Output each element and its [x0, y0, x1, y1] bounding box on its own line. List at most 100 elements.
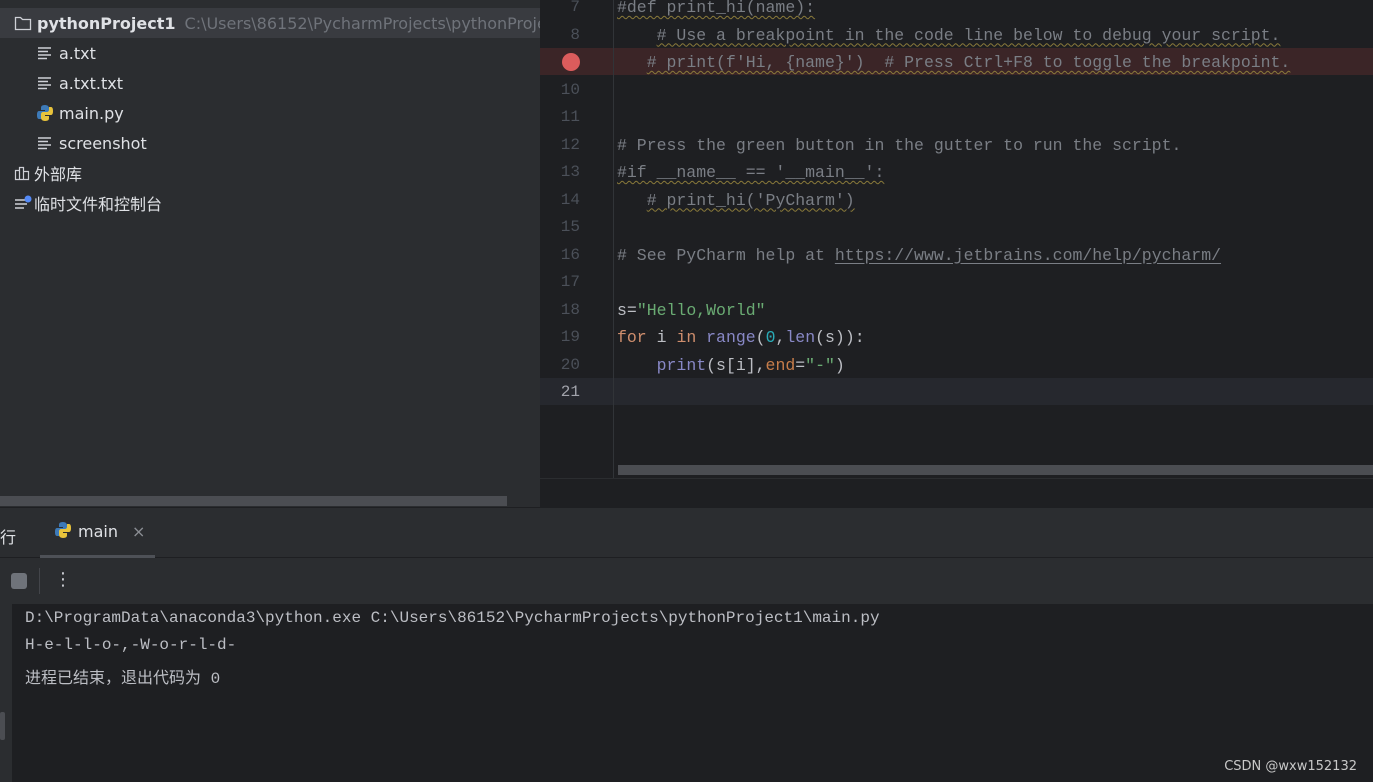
file-name: a.txt	[59, 43, 96, 63]
code-line[interactable]: s="Hello,World"	[617, 297, 766, 324]
code-editor[interactable]: 7 8 10 11 12 13 14 15 16 17 18 19 20 21 #def print_hi…	[540, 0, 1373, 478]
tab-main[interactable]: main ×	[40, 508, 155, 558]
folder-icon	[14, 14, 32, 32]
editor-horizontal-scrollbar[interactable]	[618, 465, 1373, 475]
line-number: 19	[560, 328, 580, 346]
divider	[39, 568, 40, 594]
text-file-icon	[36, 74, 54, 92]
line-number: 20	[560, 355, 580, 374]
tree-item-label: 外部库	[34, 165, 83, 184]
line-number: 10	[560, 80, 580, 99]
console-scrollbar[interactable]	[0, 712, 5, 740]
watermark: CSDN @wxw152132	[1224, 759, 1357, 774]
code-line[interactable]: # Press the green button in the gutter t…	[617, 132, 1181, 159]
run-panel-tabbar: 行 main ×	[0, 507, 1373, 558]
file-name: screenshot	[59, 133, 147, 153]
line-number: 18	[560, 300, 580, 319]
tree-item-file[interactable]: main.py	[0, 98, 540, 128]
text-file-icon	[36, 134, 54, 152]
code-token: # See PyCharm help at	[617, 245, 835, 265]
scratches-icon	[14, 194, 32, 212]
code-line[interactable]: # Use a breakpoint in the code line belo…	[617, 22, 1281, 49]
code-token: #def print_hi(name):	[617, 0, 816, 17]
run-panel-title: 行	[0, 528, 17, 547]
editor-bottom-area	[540, 478, 1373, 507]
code-line[interactable]: print(s[i],end="-")	[617, 352, 845, 379]
code-token: in	[676, 328, 697, 347]
project-panel: pythonProject1 C:\Users\86152\PycharmPro…	[0, 0, 540, 507]
tree-item-external-libraries[interactable]: 外部库	[0, 158, 540, 188]
library-icon	[14, 164, 32, 182]
code-token: )	[834, 355, 845, 375]
text-file-icon	[36, 44, 54, 62]
project-horizontal-scrollbar[interactable]	[0, 496, 507, 506]
code-token: for	[617, 328, 647, 347]
tree-item-file[interactable]: screenshot	[0, 128, 540, 158]
code-line[interactable]: #if __name__ == '__main__':	[617, 159, 884, 186]
code-token: s=	[617, 300, 637, 320]
code-token: len	[785, 328, 816, 347]
tree-item-label: 临时文件和控制台	[34, 195, 163, 214]
code-token: end	[765, 355, 796, 375]
line-number: 21	[560, 383, 580, 401]
console-line: 进程已结束，退出代码为 0	[25, 670, 221, 688]
tree-item-file[interactable]: a.txt.txt	[0, 68, 540, 98]
line-number: 8	[570, 25, 580, 44]
code-token: range	[706, 328, 756, 347]
console-line: H-e-l-l-o-,-W-o-r-l-d-	[25, 636, 237, 654]
code-token: 0	[765, 328, 776, 347]
gutter[interactable]: 7 8 10 11 12 13 14 15 16 17 18 19 20 21	[540, 0, 614, 478]
more-options-icon[interactable]: ⋮	[54, 569, 72, 590]
line-number: 7	[570, 0, 580, 16]
line-number: 13	[560, 163, 580, 181]
close-icon[interactable]: ×	[132, 522, 145, 541]
code-token: i	[646, 328, 677, 347]
stop-icon[interactable]	[11, 573, 27, 589]
file-name: a.txt.txt	[59, 73, 124, 93]
project-path: C:\Users\86152\PycharmProjects\pythonPro…	[184, 13, 540, 33]
line-number: 11	[560, 108, 580, 126]
code-token: (s)):	[815, 328, 865, 347]
file-name: main.py	[59, 103, 124, 123]
tree-item-scratches[interactable]: 临时文件和控制台	[0, 188, 540, 218]
code-token: (s[i],	[706, 355, 766, 375]
code-token: # Press the green button in the gutter t…	[617, 135, 1182, 155]
line-number: 17	[560, 273, 580, 291]
tab-label: main	[78, 522, 118, 541]
code-token: "-"	[805, 355, 835, 375]
help-link[interactable]: https://www.jetbrains.com/help/pycharm/	[835, 246, 1221, 265]
code-token: (	[755, 328, 766, 347]
console-left-strip	[0, 604, 12, 782]
console-line: D:\ProgramData\anaconda3\python.exe C:\U…	[25, 609, 880, 627]
line-number: 16	[560, 245, 580, 264]
python-file-icon	[36, 104, 54, 122]
code-token: ,	[775, 328, 786, 347]
project-name: pythonProject1	[37, 13, 176, 33]
code-token: # Use a breakpoint in the code line belo…	[656, 25, 1281, 45]
line-number: 14	[560, 190, 580, 209]
code-line[interactable]: #def print_hi(name):	[617, 0, 815, 21]
line-number: 15	[560, 218, 580, 236]
code-token: "Hello,World"	[636, 300, 766, 320]
tree-item-project-root[interactable]: pythonProject1 C:\Users\86152\PycharmPro…	[0, 8, 540, 38]
current-line-highlight	[540, 378, 1373, 405]
breakpoint-icon[interactable]	[562, 53, 580, 71]
code-token: # print(f'Hi, {name}') # Press Ctrl+F8 t…	[646, 53, 1291, 72]
code-token: #if __name__ == '__main__':	[617, 163, 885, 182]
code-line[interactable]: # print_hi('PyCharm')	[617, 187, 855, 214]
code-line[interactable]: for i in range(0,len(s)):	[617, 324, 865, 351]
line-number: 12	[560, 135, 580, 154]
run-toolbar: ⋮	[0, 558, 1373, 604]
code-token: =	[795, 355, 806, 375]
code-token: print	[656, 355, 707, 375]
tree-item-file[interactable]: a.txt	[0, 38, 540, 68]
console-output[interactable]: D:\ProgramData\anaconda3\python.exe C:\U…	[0, 604, 1373, 782]
code-token: # print_hi('PyCharm')	[646, 190, 855, 210]
code-line[interactable]: # See PyCharm help at https://www.jetbra…	[617, 242, 1221, 269]
code-line[interactable]: # print(f'Hi, {name}') # Press Ctrl+F8 t…	[617, 49, 1291, 76]
